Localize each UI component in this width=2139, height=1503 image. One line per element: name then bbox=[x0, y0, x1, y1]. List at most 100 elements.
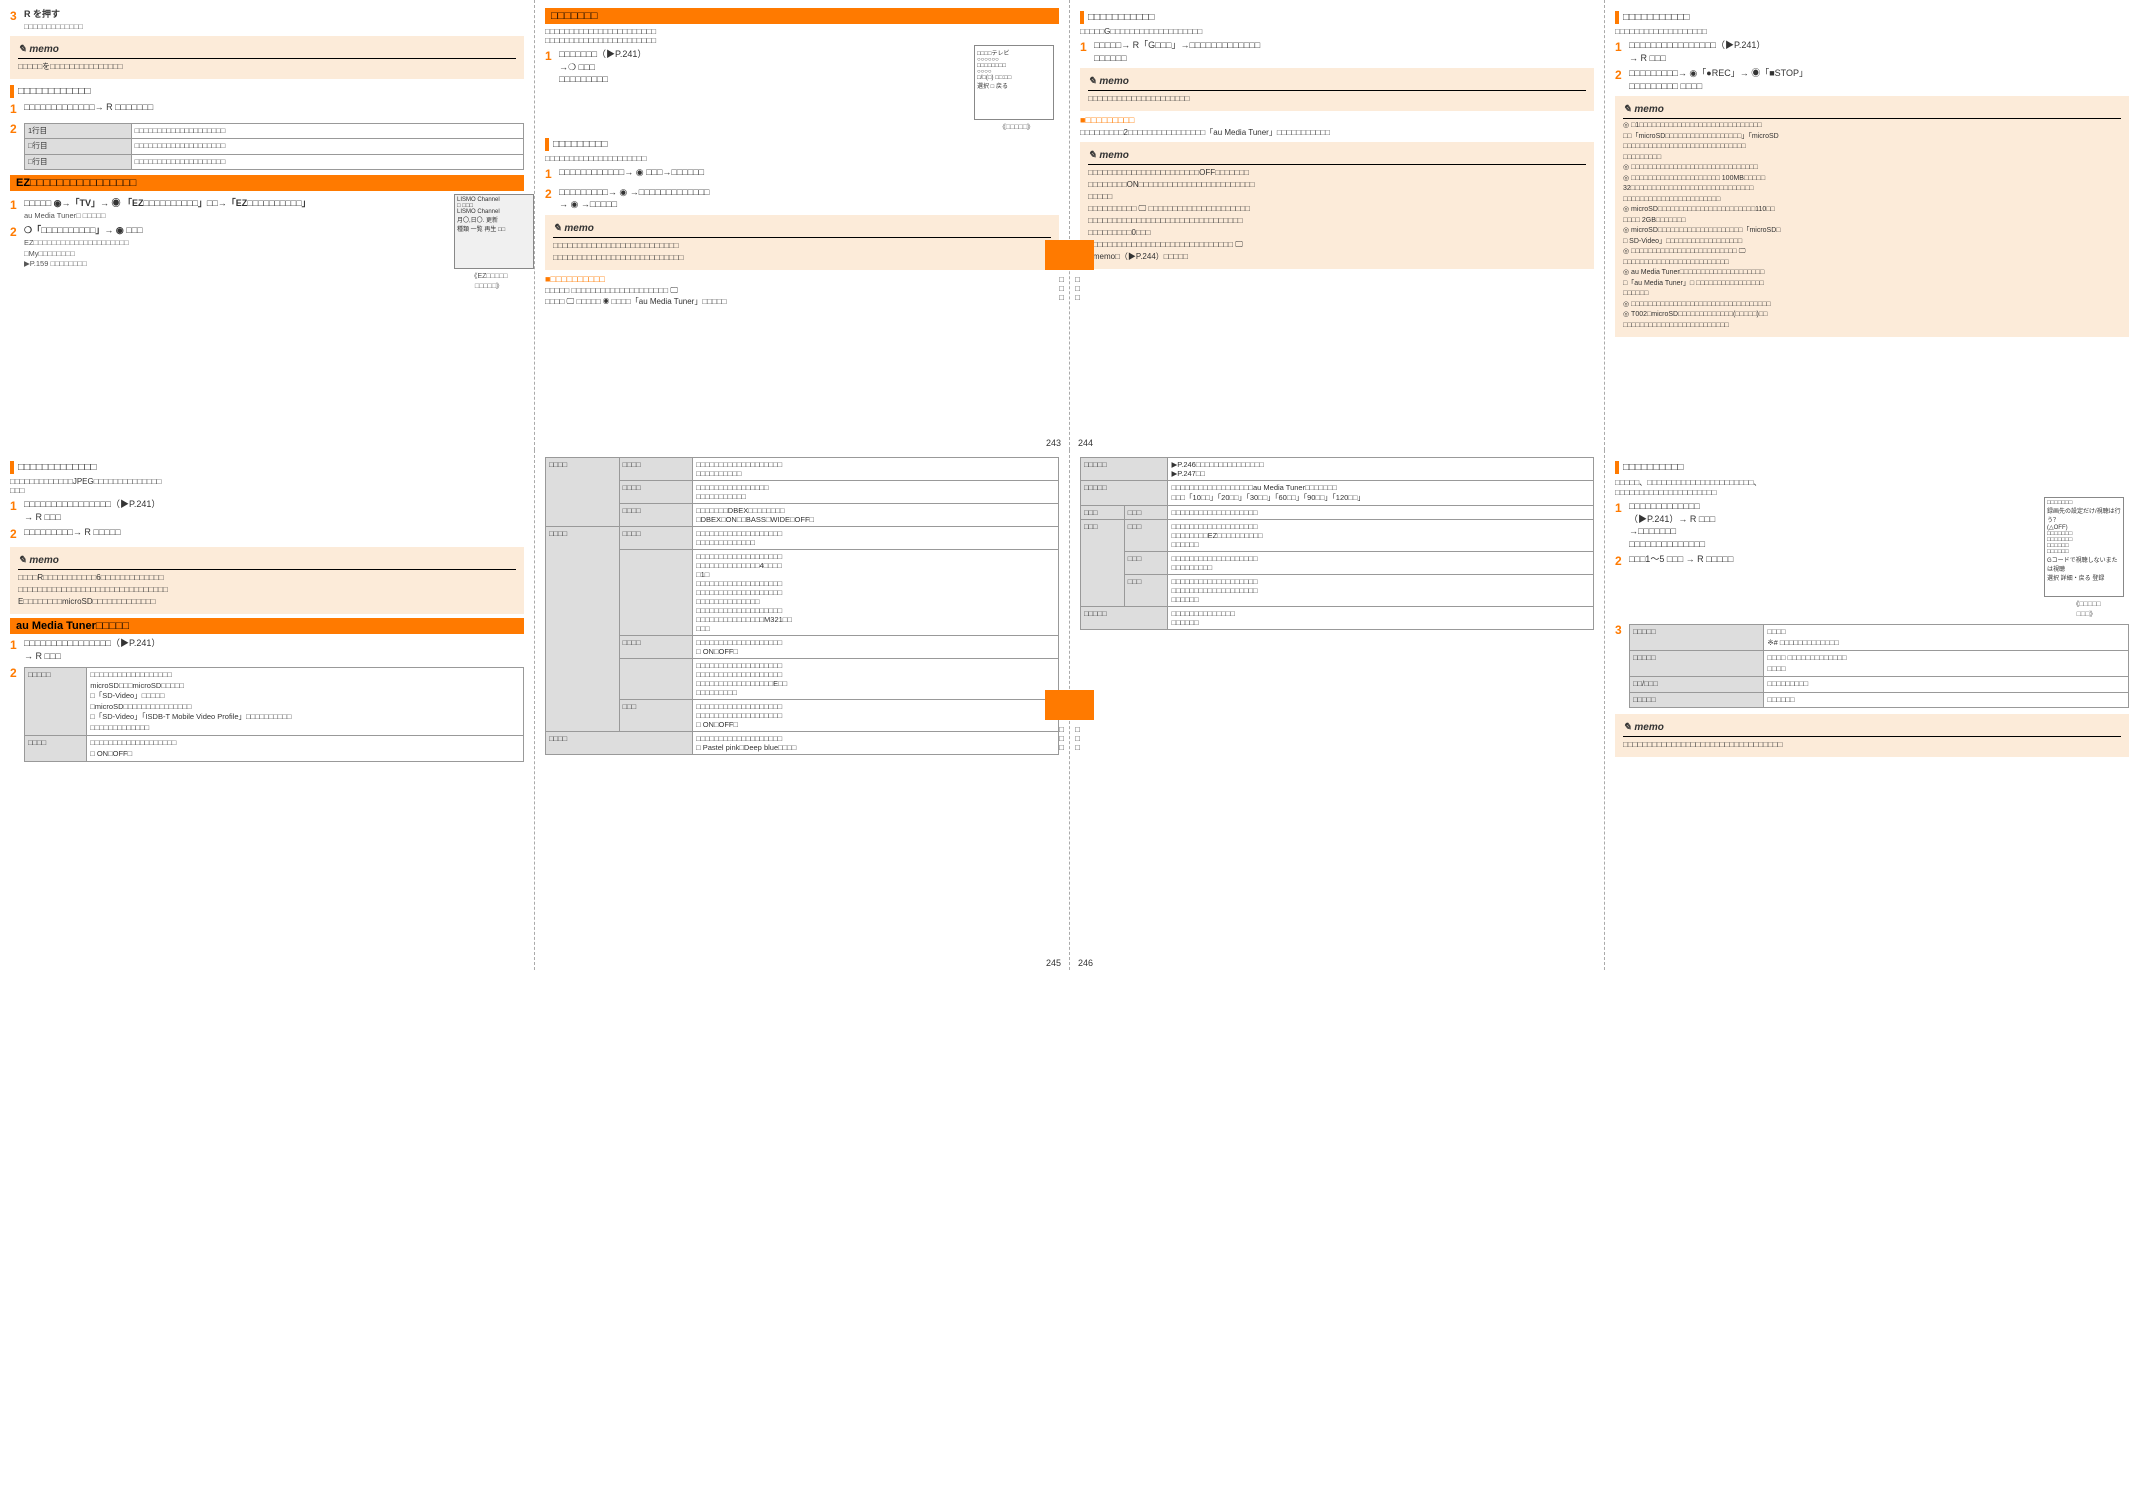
s2p3-r1c2: □□□□□□□□□□□□□□□□□□au Media Tuner□□□□□□□ … bbox=[1168, 481, 1594, 506]
p4r-body1: □□□□□□□□□□□□□□□□□□□ bbox=[1615, 27, 2129, 36]
p243-caption: 《□□□□□》 bbox=[974, 122, 1059, 132]
s2p3-r4c1: □□□ bbox=[1124, 552, 1168, 575]
step-sub1-1: 1 □□□□□□□□□□□□□→ R □□□□□□□ bbox=[10, 101, 524, 118]
subsection-1: □□□□□□□□□□□□ bbox=[10, 85, 524, 98]
p244-memo1: memo □□□□□□□□□□□□□□□□□□□□□ bbox=[1080, 68, 1594, 111]
s2p2-r4c1 bbox=[619, 550, 693, 636]
s2p2-r5c1: □□□□ bbox=[619, 636, 693, 659]
s2p4t-r1c0: □□□□□ bbox=[1630, 651, 1764, 677]
p244-body1: □□□□□G□□□□□□□□□□□□□□□□□□□ bbox=[1080, 27, 1594, 36]
p243-body: □□□□□□□□□□□□□□□□□□□□□□□ □□□□□□□□□□□□□□□□… bbox=[545, 27, 1059, 45]
s2p4-s2: □□□1～5 □□□ → R □□□□□ bbox=[1629, 553, 2038, 570]
s2p3-r6c2: □□□□□□□□□□□□□□ □□□□□□ bbox=[1168, 607, 1594, 630]
s2p2-r7c1: □□□ bbox=[619, 700, 693, 732]
page-246: □□□□□▶P.246□□□□□□□□□□□□□□□ ▶P.247□□ □□□□… bbox=[1070, 450, 1605, 970]
s2p3-r5c1: □□□ bbox=[1124, 575, 1168, 607]
p244-memo1-body: □□□□□□□□□□□□□□□□□□□□□ bbox=[1088, 93, 1586, 105]
memo-1: memo □□□□□を□□□□□□□□□□□□□□□ bbox=[10, 36, 524, 79]
ez-step1-text: □□□□□ ◉→「TV」→ ◉ 「EZ□□□□□□□□□□」□□→「EZ□□□□… bbox=[24, 198, 311, 208]
p244-memo2: memo □□□□□□□□□□□□□□□□□□□□□□□OFF□□□□□□□ □… bbox=[1080, 142, 1594, 269]
s2p3-r0c0: □□□□□ bbox=[1081, 458, 1168, 481]
s2p1-au-s1: □□□□□□□□□□□□□□□□（▶P.241） → R □□□ bbox=[24, 637, 524, 662]
p243-memo-body: □□□□□□□□□□□□□□□□□□□□□□□□□□ □□□□□□□□□□□□□… bbox=[553, 240, 1051, 264]
s2p3-r3c0: □□□ bbox=[1081, 520, 1125, 607]
s2p3-r2c2: □□□□□□□□□□□□□□□□□□□ bbox=[1168, 506, 1594, 520]
s2p1-body1: □□□□□□□□□□□□□JPEG□□□□□□□□□□□□□□ □□□ bbox=[10, 477, 524, 495]
page-243: □□□□□□□ □□□□□□□□□□□□□□□□□□□□□□□ □□□□□□□□… bbox=[535, 0, 1070, 450]
s2p3-r3c2: □□□□□□□□□□□□□□□□□□□ □□□□□□□□EZ□□□□□□□□□□… bbox=[1168, 520, 1594, 552]
vtext-244: □□□ bbox=[1073, 275, 1082, 302]
s2p4-memo-body: □□□□□□□□□□□□□□□□□□□□□□□□□□□□□□□□□ bbox=[1623, 739, 2121, 751]
t1r1c2: □□□□□□□□□□□□□□□□□□□□ bbox=[131, 123, 523, 139]
p244-body2: □□□□□□□□□2□□□□□□□□□□□□□□□□「au Media Tune… bbox=[1080, 127, 1594, 138]
s2p2-table: □□□□□□□□□□□□□□□□□□□□□□□□□□□ □□□□□□□□□□ □… bbox=[545, 457, 1059, 755]
s2p2-r8c0: □□□□ bbox=[546, 732, 693, 755]
vtext-246: □□□ bbox=[1073, 725, 1082, 752]
tab-l-246 bbox=[1069, 690, 1094, 720]
s2p4-sub1: □□□□□□□□□□ bbox=[1615, 461, 2129, 474]
p4r-s1: □□□□□□□□□□□□□□□□（▶P.241） → R □□□ bbox=[1629, 39, 2129, 64]
s2p4t-r2c0: □□/□□□ bbox=[1630, 677, 1764, 693]
s2p1-table: □□□□□□□□□□□□□□□□□□□□□□□ microSD□□□microS… bbox=[24, 667, 524, 762]
s2p1-memo: memo □□□□R□□□□□□□□□□□6□□□□□□□□□□□□□ □□□□… bbox=[10, 547, 524, 614]
s2p4t-r3c0: □□□□□ bbox=[1630, 692, 1764, 708]
s2p4t-r1c1: □□□□ □□□□□□□□□□□□□ □□□□ bbox=[1764, 651, 2129, 677]
p4r-s2: □□□□□□□□□→ ◉「●REC」→ ◉「■STOP」 □□□□□□□□□ □… bbox=[1629, 67, 2129, 92]
t1r3c1: □行目 bbox=[25, 154, 132, 170]
s2p4t-r2c1: □□□□□□□□□ bbox=[1764, 677, 2129, 693]
vtext-245: □□□ bbox=[1057, 725, 1066, 752]
ez-step2: 2 ❍「□□□□□□□□□□」→ ◉ □□□ EZ□□□□□□□□□□□□□□□… bbox=[10, 224, 448, 269]
s2p4-body1: □□□□□、□□□□□□□□□□□□□□□□□□□□□□、 □□□□□□□□□□… bbox=[1615, 477, 2129, 497]
step-sub1-1-text: □□□□□□□□□□□□□→ R □□□□□□□ bbox=[24, 101, 524, 118]
ez-caption: 《EZ□□□□□ □□□□□》 bbox=[454, 271, 524, 291]
s2p3-r0c2: ▶P.246□□□□□□□□□□□□□□□ ▶P.247□□ bbox=[1168, 458, 1594, 481]
step-3-sub: □□□□□□□□□□□□□ bbox=[24, 22, 524, 33]
p243-sub2: □□□□□□□□□ bbox=[545, 138, 1059, 151]
p243-body2: □□□□□□□□□□□□□□□□□□□□□ bbox=[545, 154, 1059, 163]
s2p4-screen: □□□□□□□ 録画先の設定だけ/視聴は行う？ (△OFF) □□□□□□□ □… bbox=[2044, 497, 2124, 597]
table-1: 1行目□□□□□□□□□□□□□□□□□□□□ □行目□□□□□□□□□□□□□… bbox=[24, 123, 524, 171]
s2p3-r2c0: □□□ bbox=[1081, 506, 1125, 520]
p244-red: ■□□□□□□□□□ bbox=[1080, 115, 1594, 125]
s2p2-r2c2: □□□□□□□DBEX□□□□□□□□ □DBEX□ON□□BASS□WIDE□… bbox=[693, 504, 1059, 527]
s2p1t-r1c1: □□□□□ bbox=[25, 668, 87, 736]
tab-r-245 bbox=[1045, 690, 1070, 720]
s2p4-memo: memo □□□□□□□□□□□□□□□□□□□□□□□□□□□□□□□□□ bbox=[1615, 714, 2129, 757]
section-ez: EZ□□□□□□□□□□□□□□□□ bbox=[10, 175, 524, 191]
s2p2-r4c2: □□□□□□□□□□□□□□□□□□□ □□□□□□□□□□□□□□4□□□□ … bbox=[693, 550, 1059, 636]
p244-memo2-body: □□□□□□□□□□□□□□□□□□□□□□□OFF□□□□□□□ □□□□□□… bbox=[1088, 167, 1586, 263]
s2p1-au-title: au Media Tuner□□□□□ bbox=[10, 618, 524, 634]
s2p3-table: □□□□□▶P.246□□□□□□□□□□□□□□□ ▶P.247□□ □□□□… bbox=[1080, 457, 1594, 630]
s2p3-r4c2: □□□□□□□□□□□□□□□□□□□ □□□□□□□□□ bbox=[1168, 552, 1594, 575]
s2p3-r5c2: □□□□□□□□□□□□□□□□□□□ □□□□□□□□□□□□□□□□□□□ … bbox=[1168, 575, 1594, 607]
t1r2c2: □□□□□□□□□□□□□□□□□□□□ bbox=[131, 139, 523, 155]
s2p4t-r0c0: □□□□□ bbox=[1630, 625, 1764, 651]
s2p2-r7c2: □□□□□□□□□□□□□□□□□□□ □□□□□□□□□□□□□□□□□□□ … bbox=[693, 700, 1059, 732]
p243-s2-2: □□□□□□□□□→ ◉ →□□□□□□□□□□□□□ → ◉ →□□□□□ bbox=[559, 186, 1059, 211]
s2p4t-r0c1: □□□□ ※# □□□□□□□□□□□□□ bbox=[1764, 625, 2129, 651]
s2p1t-r2c2: □□□□□□□□□□□□□□□□□□□ □ ON□OFF□ bbox=[87, 736, 524, 762]
ez-screen: LISMO Channel □ □□□ LISMO Channel 月〇,日〇.… bbox=[454, 194, 534, 269]
s2-page-1: □□□□□□□□□□□□□ □□□□□□□□□□□□□JPEG□□□□□□□□□… bbox=[0, 450, 535, 970]
p4r-sub1: □□□□□□□□□□□ bbox=[1615, 11, 2129, 24]
s2p2-r0c0: □□□□ bbox=[546, 458, 620, 527]
pnum-246: 246 bbox=[1078, 958, 1093, 968]
s2p2-r6c2: □□□□□□□□□□□□□□□□□□□ □□□□□□□□□□□□□□□□□□□ … bbox=[693, 659, 1059, 700]
p243-body3: □□□□□ □□□□□□□□□□□□□□□□□□□□ 🖵 □□□□ 🖵 □□□□… bbox=[545, 286, 1059, 307]
p244-s1: □□□□□→ R「G□□□」→□□□□□□□□□□□□□ □□□□□□ bbox=[1094, 39, 1594, 64]
p243-s2-1: □□□□□□□□□□□□→ ◉ □□□→□□□□□□ bbox=[559, 166, 1059, 183]
page-left-1: 3 R を押す □□□□□□□□□□□□□ memo □□□□□を□□□□□□□… bbox=[0, 0, 535, 450]
ez-step2-sub: EZ□□□□□□□□□□□□□□□□□□□□□ □My□□□□□□□□ ▶P.1… bbox=[24, 238, 448, 270]
s2p2-r3c1: □□□□ bbox=[619, 527, 693, 550]
s2p3-r6c0: □□□□□ bbox=[1081, 607, 1168, 630]
p243-screen: □□□□テレビ ○○○○○○ □□□□□□□□ ○○○○ □/□(□) □□:□… bbox=[974, 45, 1054, 120]
s2p2-r1c1: □□□□ bbox=[619, 481, 693, 504]
s2p4-caption: 《□□□□□ □□□》 bbox=[2044, 599, 2129, 619]
s2p3-r2c1: □□□ bbox=[1124, 506, 1168, 520]
step-sub1-2: 2 1行目□□□□□□□□□□□□□□□□□□□□ □行目□□□□□□□□□□□… bbox=[10, 121, 524, 173]
p244-sub1: □□□□□□□□□□□ bbox=[1080, 11, 1594, 24]
page-right-4: □□□□□□□□□□□ □□□□□□□□□□□□□□□□□□□ 1□□□□□□□… bbox=[1605, 0, 2139, 450]
memo-1-body: □□□□□を□□□□□□□□□□□□□□□ bbox=[18, 61, 516, 73]
ez-step2-text: ❍「□□□□□□□□□□」→ ◉ □□□ bbox=[24, 225, 143, 235]
p4r-memo-body: ◎ □1□□□□□□□□□□□□□□□□□□□□□□□□□□□□□ □□「mic… bbox=[1623, 121, 2121, 331]
